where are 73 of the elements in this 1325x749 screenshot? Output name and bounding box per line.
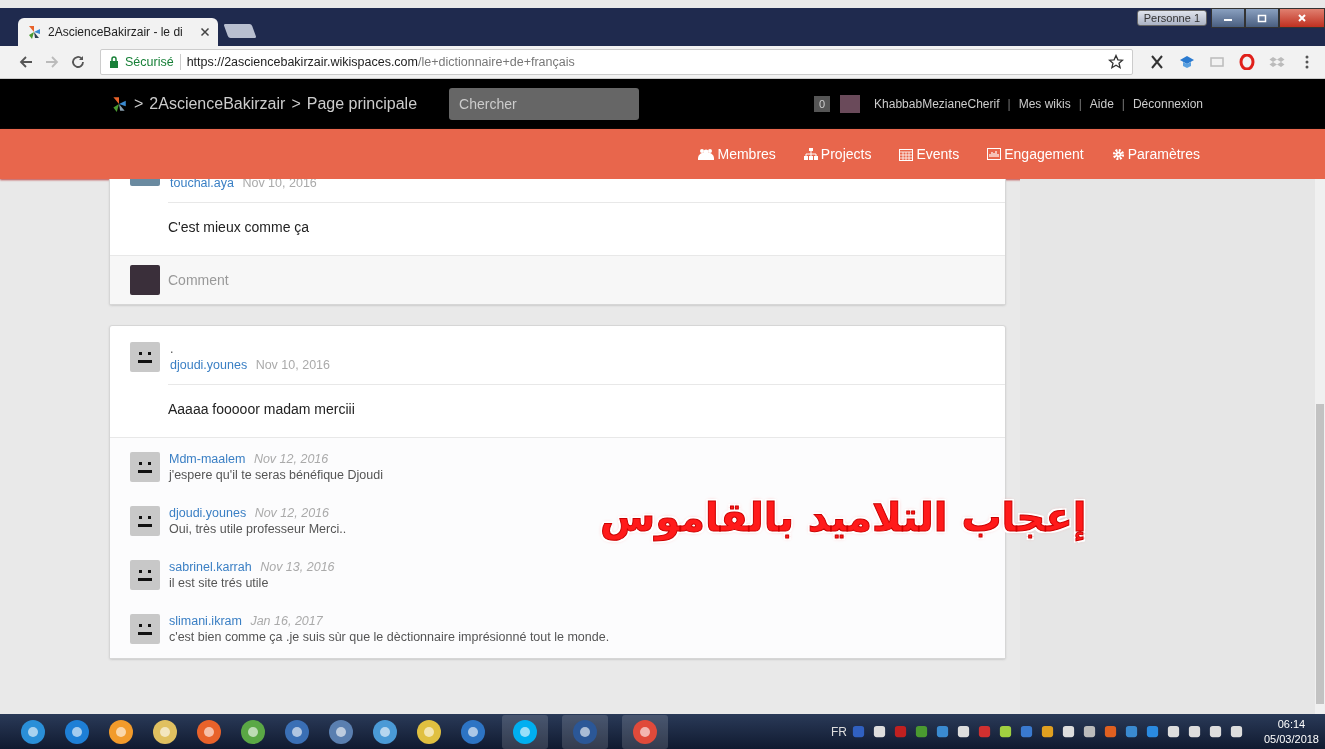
reply-text: Oui, très utile professeur Merci.. bbox=[169, 522, 347, 536]
overlay-caption: إعجاب التلاميد بالقاموس bbox=[600, 494, 1087, 540]
search-field[interactable]: Chercher bbox=[449, 88, 640, 120]
o-logo-icon[interactable] bbox=[1239, 54, 1255, 70]
nav-link[interactable]: Membres bbox=[698, 146, 776, 162]
restore-icon bbox=[1257, 13, 1267, 23]
graduation-cap-icon[interactable] bbox=[1179, 54, 1195, 70]
pinwheel-icon bbox=[26, 24, 42, 40]
clock[interactable]: 06:14 05/03/2018 bbox=[1263, 716, 1319, 747]
username-link[interactable]: KhabbabMezianeCherif bbox=[874, 97, 1000, 111]
address-bar[interactable]: Sécurisé https://2asciencebakirzair.wikispaces.com/le+dictionnaire+de+français bbox=[100, 49, 1133, 75]
reply-date: Jan 16, 2017 bbox=[250, 614, 323, 628]
reply-text: j'espere qu'il te seras bénéfique Djoudi bbox=[169, 468, 383, 482]
avatar-placeholder bbox=[130, 179, 160, 186]
nav-link[interactable]: Paramètres bbox=[1111, 146, 1200, 162]
reload-icon[interactable] bbox=[70, 54, 86, 70]
close-button[interactable] bbox=[1279, 8, 1325, 28]
new-tab-button[interactable] bbox=[223, 24, 257, 38]
back-arrow-icon[interactable] bbox=[18, 54, 34, 70]
nav-link[interactable]: Engagement bbox=[987, 146, 1084, 162]
link-separator: | bbox=[1007, 97, 1011, 111]
sitemap-icon bbox=[803, 148, 818, 160]
reply-text: il est site trés utile bbox=[169, 576, 270, 590]
browser-tab[interactable]: 2AscienceBakirzair - le di bbox=[18, 18, 218, 46]
breadcrumb-link[interactable]: 2AscienceBakirzair bbox=[149, 95, 286, 113]
post-date: Nov 10, 2016 bbox=[242, 179, 317, 190]
comment-field[interactable]: Comment bbox=[168, 272, 985, 288]
author-link[interactable]: slimani.ikram bbox=[169, 614, 242, 628]
author-link[interactable]: djoudi.younes bbox=[169, 506, 247, 520]
minimize-button[interactable] bbox=[1211, 8, 1245, 28]
blank-face-avatar-icon bbox=[130, 560, 160, 590]
reply-date: Nov 13, 2016 bbox=[260, 560, 335, 574]
nav-link[interactable]: Events bbox=[899, 146, 960, 162]
author-link[interactable]: djoudi.younes bbox=[170, 358, 248, 372]
post-text: Aaaaa fooooor madam merciii bbox=[168, 401, 355, 417]
reply-date: Nov 12, 2016 bbox=[253, 452, 329, 466]
breadcrumb-separator: > bbox=[291, 95, 301, 113]
header-link[interactable]: Déconnexion bbox=[1132, 97, 1203, 111]
profile-button[interactable]: Personne 1 bbox=[1136, 10, 1207, 26]
avatar-placeholder bbox=[840, 95, 861, 113]
calendar-icon bbox=[899, 147, 914, 161]
close-icon[interactable] bbox=[200, 27, 210, 37]
author-link[interactable]: Mdm-maalem bbox=[169, 452, 246, 466]
close-icon bbox=[1297, 13, 1307, 23]
post-date: Nov 10, 2016 bbox=[255, 358, 330, 372]
nav-link[interactable]: Projects bbox=[803, 146, 872, 162]
settings-icon bbox=[1111, 147, 1125, 161]
comment-bar[interactable]: Comment bbox=[110, 255, 1005, 304]
notification-count[interactable]: 0 bbox=[813, 96, 831, 112]
reply-text: c'est bien comme ça .je suis sùr que le dèctionnaire imprésionné tout le monde. bbox=[169, 630, 610, 644]
link-separator: | bbox=[1121, 97, 1125, 111]
header-link[interactable]: Aide bbox=[1089, 97, 1114, 111]
post-text: C'est mieux comme ça bbox=[168, 219, 310, 235]
avatar-placeholder bbox=[130, 265, 160, 295]
blank-face-avatar-icon bbox=[130, 342, 160, 372]
author-link[interactable]: sabrinel.karrah bbox=[169, 560, 252, 574]
x-icon[interactable] bbox=[1149, 54, 1165, 70]
bar-chart-icon bbox=[987, 148, 1002, 160]
reply-date: Nov 12, 2016 bbox=[254, 506, 329, 520]
scrollbar[interactable] bbox=[1315, 179, 1325, 714]
language-indicator[interactable]: FR bbox=[830, 724, 847, 739]
post-title: . bbox=[170, 342, 175, 356]
breadcrumb-link[interactable]: Page principale bbox=[306, 95, 418, 113]
maximize-button[interactable] bbox=[1245, 8, 1279, 28]
link-separator: | bbox=[1078, 97, 1082, 111]
users-icon bbox=[698, 148, 715, 160]
blank-face-avatar-icon bbox=[130, 506, 160, 536]
breadcrumb-separator: > bbox=[134, 95, 144, 113]
blank-face-avatar-icon bbox=[130, 452, 160, 482]
blank-face-avatar-icon bbox=[130, 614, 160, 644]
bookmark-star-icon[interactable] bbox=[1108, 54, 1124, 70]
pinwheel-icon[interactable] bbox=[110, 95, 128, 113]
header-link[interactable]: Mes wikis bbox=[1018, 97, 1071, 111]
